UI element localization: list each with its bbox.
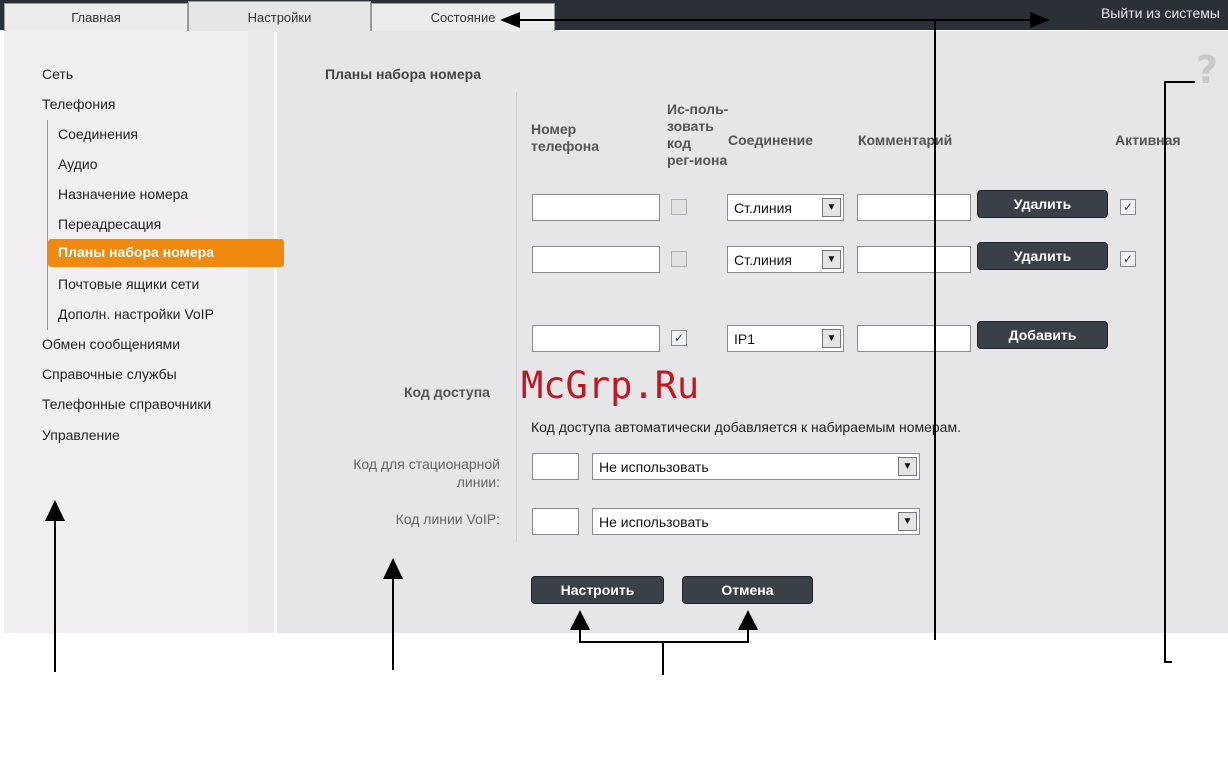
callout-arrowheads <box>45 12 1050 630</box>
arrow-up-icon <box>738 610 758 630</box>
help-callout-line <box>1164 81 1195 663</box>
buttons-callout-bracket <box>579 625 749 643</box>
arrow-up-icon <box>45 500 65 521</box>
arrow-up-icon <box>570 610 590 630</box>
callout-lines <box>54 19 1195 675</box>
callout-overlay <box>45 12 1195 675</box>
arrow-up-icon <box>383 558 403 579</box>
arrow-right-icon <box>1030 12 1050 28</box>
arrow-left-icon <box>500 12 520 28</box>
